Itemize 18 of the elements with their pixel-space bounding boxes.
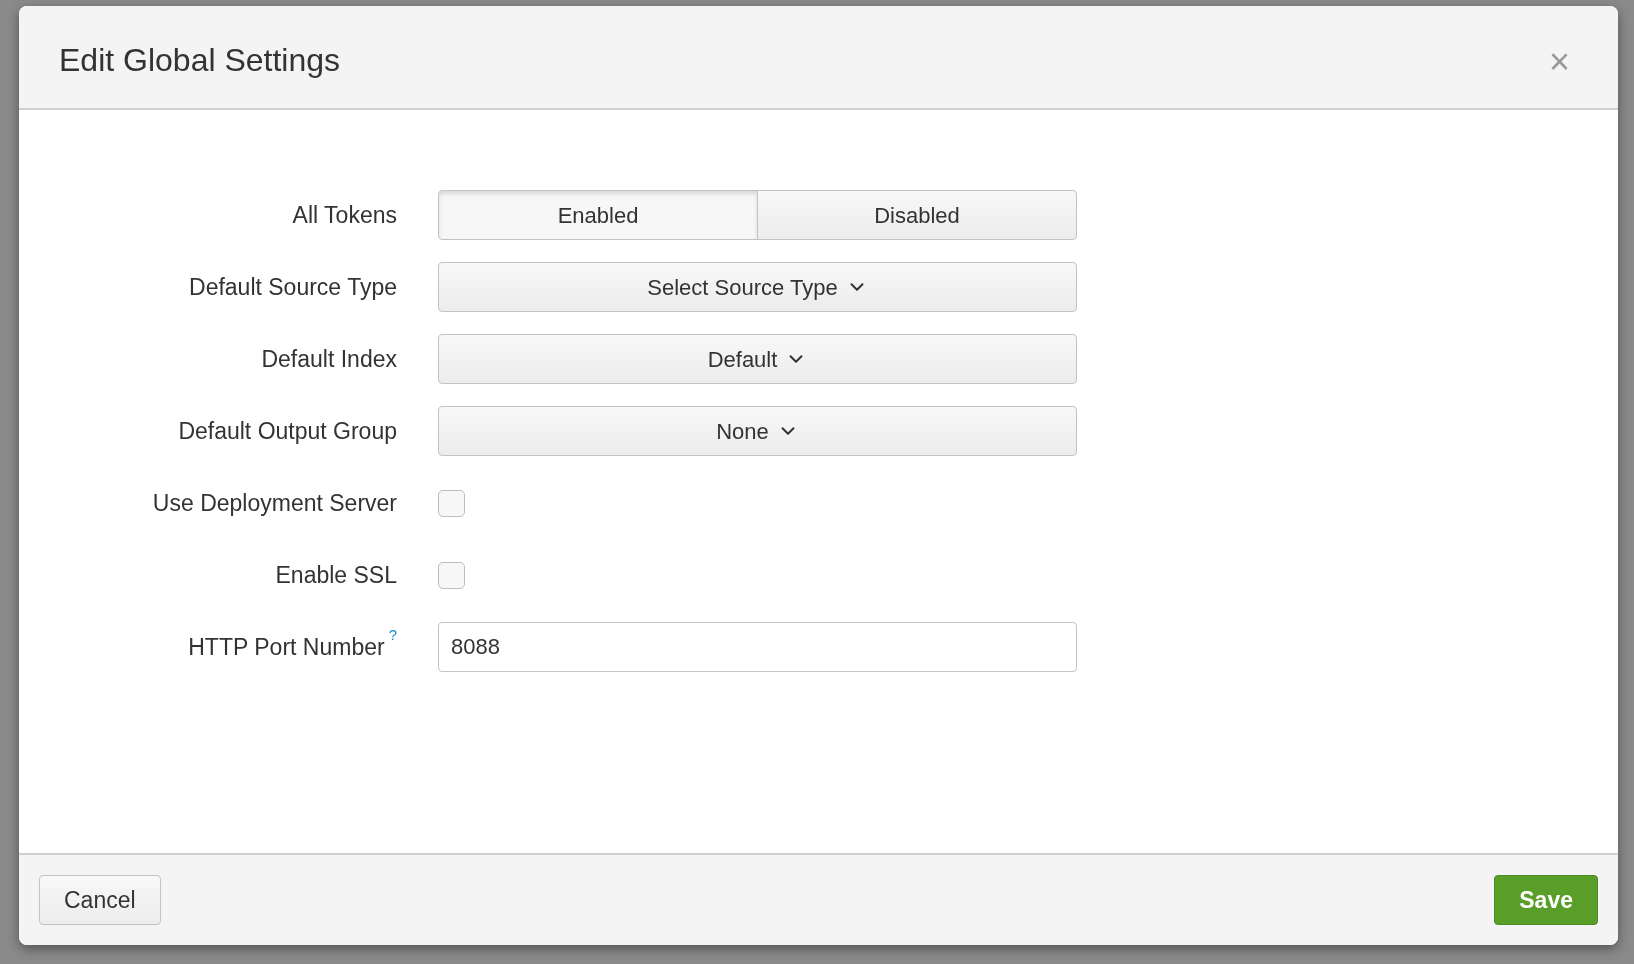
- field-label: Enable SSL: [275, 560, 397, 590]
- field-label: Default Source Type: [189, 272, 397, 302]
- dialog-title: Edit Global Settings: [59, 41, 341, 80]
- checkbox[interactable]: [438, 489, 465, 517]
- checkbox[interactable]: [438, 561, 465, 589]
- field-label: Default Index: [261, 344, 397, 374]
- field-label: Use Deployment Server: [152, 488, 397, 518]
- field-label: All Tokens: [292, 200, 397, 230]
- field-label: HTTP Port Number: [188, 632, 385, 662]
- help-link[interactable]: ?: [388, 623, 397, 647]
- field-label: Default Output Group: [178, 416, 397, 446]
- dropdown-button[interactable]: None: [438, 406, 1077, 456]
- toggle-option[interactable]: Disabled: [757, 190, 1077, 240]
- cancel-button[interactable]: Cancel: [39, 875, 161, 925]
- toggle-option[interactable]: Enabled: [438, 190, 758, 240]
- port-input[interactable]: 8088: [438, 622, 1077, 672]
- dropdown-button[interactable]: Select Source Type: [438, 262, 1077, 312]
- dropdown-button[interactable]: Default: [438, 334, 1077, 384]
